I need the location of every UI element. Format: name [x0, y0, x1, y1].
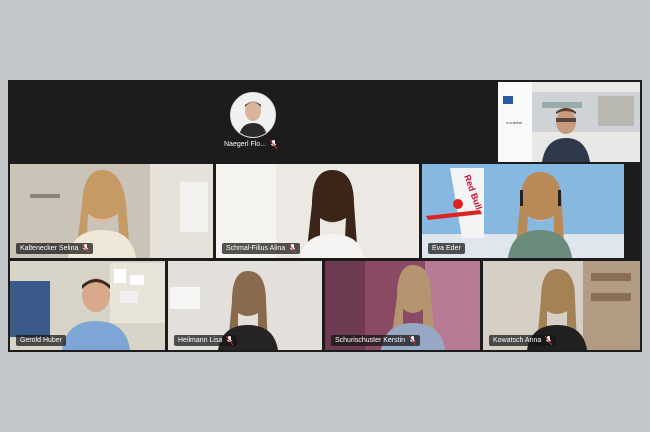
video-meeting-grid: Naegerl Flo... m.a.dreher Kaltenecker Se… — [8, 80, 642, 352]
participant-avatar — [230, 92, 276, 138]
participant-tile-kaltenecker[interactable]: Kaltenecker Selina — [10, 164, 213, 258]
mic-muted-icon — [270, 140, 278, 149]
participant-name: Kaltenecker Selina — [20, 245, 79, 252]
participant-name: Kowatsch Anna — [493, 337, 542, 344]
participant-name-tag: Schurischuster Kerstin — [331, 335, 421, 346]
participant-tile-top-right[interactable]: m.a.dreher — [498, 82, 640, 162]
participant-name: Schmal-Filius Alina — [226, 245, 286, 252]
mic-muted-icon — [409, 336, 417, 345]
participant-name: Schurischuster Kerstin — [335, 337, 406, 344]
mic-muted-icon — [545, 336, 553, 345]
mic-muted-icon — [289, 244, 297, 253]
participant-tile-kowatsch-anna[interactable]: Kowatsch Anna — [483, 261, 640, 350]
participant-name-tag: Heilmann Lisa — [174, 335, 238, 346]
participant-tile-gerold-huber[interactable]: Gerold Huber — [10, 261, 165, 350]
participant-tile-heilmann-lisa[interactable]: Heilmann Lisa — [168, 261, 322, 350]
participant-name: Eva Eder — [432, 245, 461, 252]
participant-name-tag: Naegerl Flo... — [224, 140, 278, 149]
participant-name-tag: Schmal-Filius Alina — [222, 243, 301, 254]
participant-name-tag: Eva Eder — [428, 243, 465, 254]
participant-name: Heilmann Lisa — [178, 337, 223, 344]
participant-name-tag: Kowatsch Anna — [489, 335, 557, 346]
participant-name: Naegerl Flo... — [224, 141, 267, 148]
participant-tile-eva-eder[interactable]: Red Bull Eva Eder — [422, 164, 624, 258]
participant-name-tag: Kaltenecker Selina — [16, 243, 94, 254]
mic-muted-icon — [226, 336, 234, 345]
participant-tile-schurischuster[interactable]: Schurischuster Kerstin — [325, 261, 480, 350]
participant-name-tag: Gerold Huber — [16, 335, 67, 346]
video-feed: m.a.dreher — [498, 82, 640, 162]
sign-text: m.a.dreher — [506, 121, 523, 125]
participant-tile-schmal-filius[interactable]: Schmal-Filius Alina — [216, 164, 419, 258]
mic-muted-icon — [82, 244, 90, 253]
participant-name: Gerold Huber — [20, 337, 63, 344]
